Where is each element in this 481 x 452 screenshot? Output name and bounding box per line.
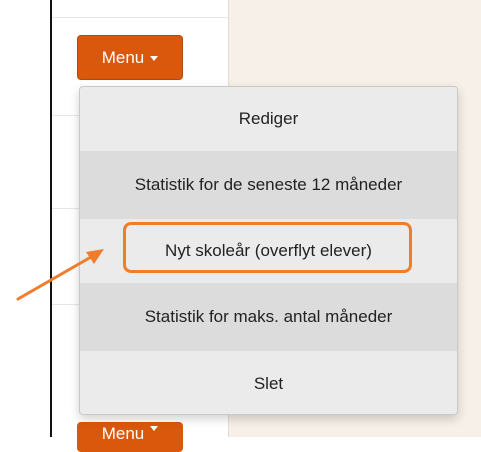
annotation-arrow-icon xyxy=(16,249,104,301)
